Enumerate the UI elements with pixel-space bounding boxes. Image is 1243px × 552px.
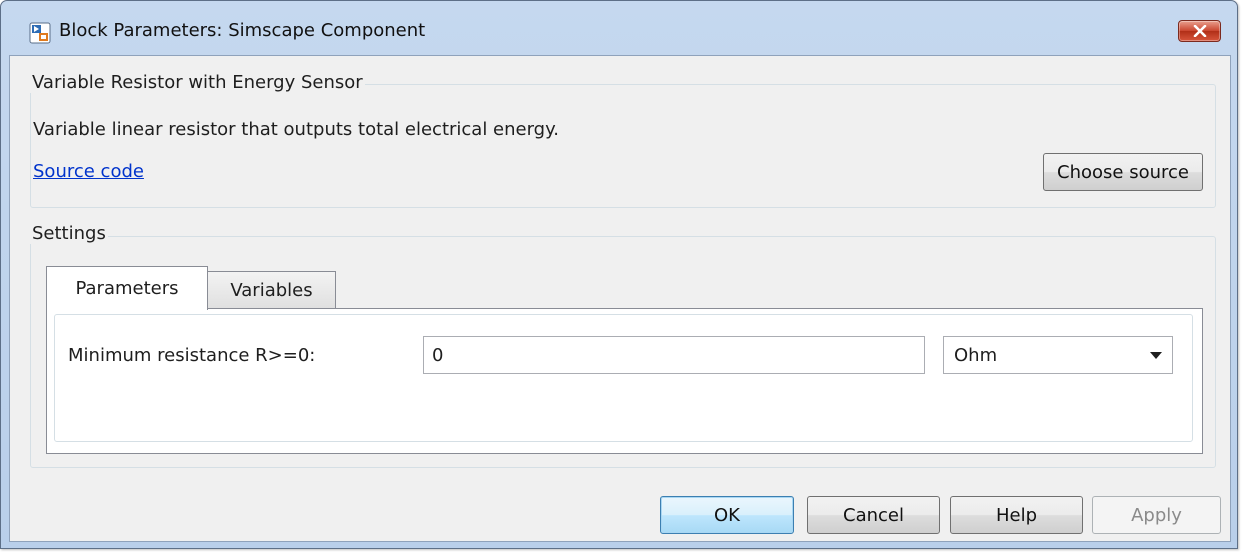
cancel-button[interactable]: Cancel [807,496,940,534]
component-description: Variable linear resistor that outputs to… [33,119,559,140]
title-bar[interactable]: Block Parameters: Simscape Component [1,1,1237,44]
settings-group-title: Settings [30,223,108,244]
tab-parameters[interactable]: Parameters [46,266,208,310]
source-code-link[interactable]: Source code [33,161,144,182]
component-group-title: Variable Resistor with Energy Sensor [30,72,365,93]
tab-variables[interactable]: Variables [207,271,336,309]
ok-button[interactable]: OK [660,496,794,534]
close-icon [1193,25,1206,37]
min-resistance-unit-select[interactable]: Ohm [943,336,1173,374]
apply-button: Apply [1092,496,1221,534]
help-button[interactable]: Help [950,496,1083,534]
component-group-box [30,84,1216,208]
chevron-down-icon [1150,351,1162,359]
min-resistance-value: 0 [432,344,444,366]
min-resistance-input[interactable]: 0 [423,336,925,374]
dialog-window: Block Parameters: Simscape Component Var… [0,0,1238,549]
min-resistance-unit-value: Ohm [954,344,998,366]
close-button[interactable] [1178,20,1221,42]
dialog-body: Variable Resistor with Energy Sensor Var… [9,55,1231,542]
simulink-block-icon [29,22,51,44]
min-resistance-label: Minimum resistance R>=0: [68,345,316,366]
choose-source-button[interactable]: Choose source [1043,153,1203,191]
window-title: Block Parameters: Simscape Component [59,20,426,41]
parameters-panel [54,314,1193,442]
